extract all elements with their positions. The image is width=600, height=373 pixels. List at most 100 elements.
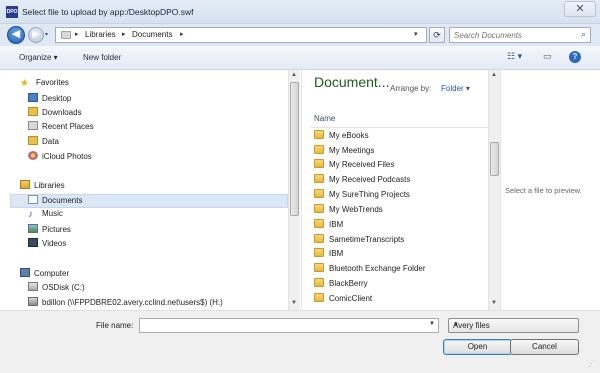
view-options-icon[interactable]: ☷ ▾ (507, 51, 522, 62)
nav-item-icloud-photos[interactable]: iCloud Photos (28, 151, 92, 165)
list-item[interactable]: IBM (314, 219, 343, 233)
title-bar: DPO Select file to upload by app:/Deskto… (0, 0, 600, 24)
folder-icon (314, 189, 324, 198)
folder-icon (314, 219, 324, 228)
file-name-input[interactable] (143, 321, 423, 331)
scrollbar-thumb[interactable] (290, 82, 299, 216)
file-name-combobox[interactable]: ▼ (139, 318, 439, 333)
list-item[interactable]: IBM (314, 248, 343, 262)
list-item[interactable]: BlackBerry (314, 278, 368, 292)
pictures-icon (28, 224, 38, 233)
preview-message: Select a file to preview. (505, 186, 582, 195)
star-icon: ★ (20, 78, 29, 89)
list-item[interactable]: My eBooks (314, 130, 369, 144)
window-title: Select file to upload by app:/DesktopDPO… (22, 7, 194, 17)
folder-icon (314, 130, 324, 139)
list-item[interactable]: My SureThing Projects (314, 189, 410, 203)
nav-item-network-drive[interactable]: bdillon (\\FPPDBRE02.avery.cclind.net\us… (28, 297, 223, 310)
back-button[interactable]: ◀ (7, 26, 25, 44)
music-icon: ♪ (28, 209, 33, 220)
nav-header-favorites[interactable]: ★ Favorites (20, 78, 69, 92)
nav-item-pictures[interactable]: Pictures (28, 224, 71, 238)
command-toolbar: Organize ▾ New folder ☷ ▾ ▭ ? (0, 46, 600, 70)
nav-item-documents[interactable]: Documents (28, 195, 82, 209)
folder-icon (314, 234, 324, 243)
desktop-icon (28, 93, 38, 102)
file-type-select[interactable]: Avery files ▼ (448, 318, 579, 333)
organize-button[interactable]: Organize ▾ (19, 53, 58, 62)
dialog-footer: File name: ▼ Avery files ▼ Open Cancel (0, 310, 600, 373)
scrollbar-thumb[interactable] (490, 142, 499, 176)
scroll-up-icon[interactable]: ▲ (491, 72, 497, 78)
list-item[interactable]: My Received Files (314, 159, 394, 173)
resize-grip-icon[interactable]: ⋰ (588, 360, 595, 368)
navigation-scrollbar[interactable]: ▲ ▼ (288, 70, 300, 310)
forward-button[interactable]: ▶ (28, 27, 44, 43)
file-list-scrollbar[interactable]: ▲ ▼ (488, 70, 500, 310)
nav-item-videos[interactable]: Videos (28, 238, 66, 252)
folder-icon (314, 248, 324, 257)
folder-icon (314, 278, 324, 287)
address-history-dropdown[interactable]: ▾ (414, 30, 418, 38)
nav-header-libraries[interactable]: Libraries (20, 180, 65, 194)
nav-item-recent-places[interactable]: Recent Places (28, 121, 94, 135)
cancel-button[interactable]: Cancel (510, 339, 579, 355)
preview-pane-icon[interactable]: ▭ (543, 51, 552, 62)
list-item[interactable]: ComicClient (314, 293, 372, 307)
close-window-button[interactable]: ✕ (564, 1, 596, 17)
file-name-label: File name: (96, 321, 134, 330)
file-list-pane: Document... Arrange by: Folder ▾ Name My… (301, 70, 500, 310)
scroll-down-icon[interactable]: ▼ (491, 300, 497, 306)
list-item[interactable]: My Meetings (314, 145, 374, 159)
search-input[interactable] (454, 30, 572, 41)
documents-icon (28, 195, 38, 204)
chevron-down-icon[interactable]: ▼ (429, 321, 435, 327)
recent-places-icon (28, 121, 38, 130)
search-box[interactable]: ⌕ (449, 27, 591, 43)
list-item[interactable]: My Received Podcasts (314, 174, 410, 188)
folder-icon (314, 293, 324, 302)
preview-pane: Select a file to preview. (500, 70, 600, 310)
app-icon: DPO (6, 6, 18, 18)
drive-icon (28, 282, 38, 291)
scroll-down-icon[interactable]: ▼ (291, 300, 297, 306)
open-button[interactable]: Open (443, 339, 512, 355)
nav-item-music[interactable]: ♪ Music (28, 209, 63, 223)
breadcrumb-separator-icon[interactable]: ▸ (75, 30, 79, 38)
nav-item-desktop[interactable]: Desktop (28, 93, 71, 107)
downloads-folder-icon (28, 107, 38, 116)
folder-icon (28, 136, 38, 145)
refresh-button[interactable]: ⟳ (429, 27, 445, 43)
computer-icon (20, 268, 30, 277)
videos-icon (28, 238, 38, 247)
list-item[interactable]: My WebTrends (314, 204, 383, 218)
new-folder-button[interactable]: New folder (83, 53, 121, 62)
folder-icon (314, 204, 324, 213)
libraries-icon (20, 180, 30, 189)
folder-icon (314, 145, 324, 154)
nav-item-osdisk[interactable]: OSDisk (C:) (28, 282, 85, 296)
nav-item-downloads[interactable]: Downloads (28, 107, 82, 121)
scroll-up-icon[interactable]: ▲ (291, 72, 297, 78)
folder-icon (314, 174, 324, 183)
breadcrumb-separator-icon[interactable]: ▸ (122, 30, 126, 38)
breadcrumb-documents[interactable]: Documents (132, 30, 172, 39)
search-icon[interactable]: ⌕ (581, 29, 586, 40)
list-item[interactable]: SametimeTranscripts (314, 234, 404, 248)
list-item[interactable]: Bluetooth Exchange Folder (314, 263, 426, 277)
folder-icon (314, 159, 324, 168)
folder-icon (314, 263, 324, 272)
chevron-down-icon[interactable]: ▼ (453, 322, 573, 328)
column-header-name[interactable]: Name (314, 114, 335, 123)
network-drive-icon (28, 297, 38, 306)
nav-header-computer[interactable]: Computer (20, 268, 69, 282)
recent-pages-dropdown[interactable]: ▾ (45, 31, 48, 38)
breadcrumb-libraries[interactable]: Libraries (85, 30, 116, 39)
arrange-by-dropdown[interactable]: Folder ▾ (441, 84, 470, 93)
breadcrumb-separator-icon[interactable]: ▸ (180, 30, 184, 38)
nav-item-data[interactable]: Data (28, 136, 59, 150)
address-bar[interactable]: ▸ Libraries ▸ Documents ▸ ▾ (55, 27, 427, 43)
navigation-pane: ★ Favorites Desktop Downloads Recent Plac… (0, 70, 300, 310)
help-icon[interactable]: ? (569, 51, 581, 63)
library-title: Document... (314, 74, 390, 90)
